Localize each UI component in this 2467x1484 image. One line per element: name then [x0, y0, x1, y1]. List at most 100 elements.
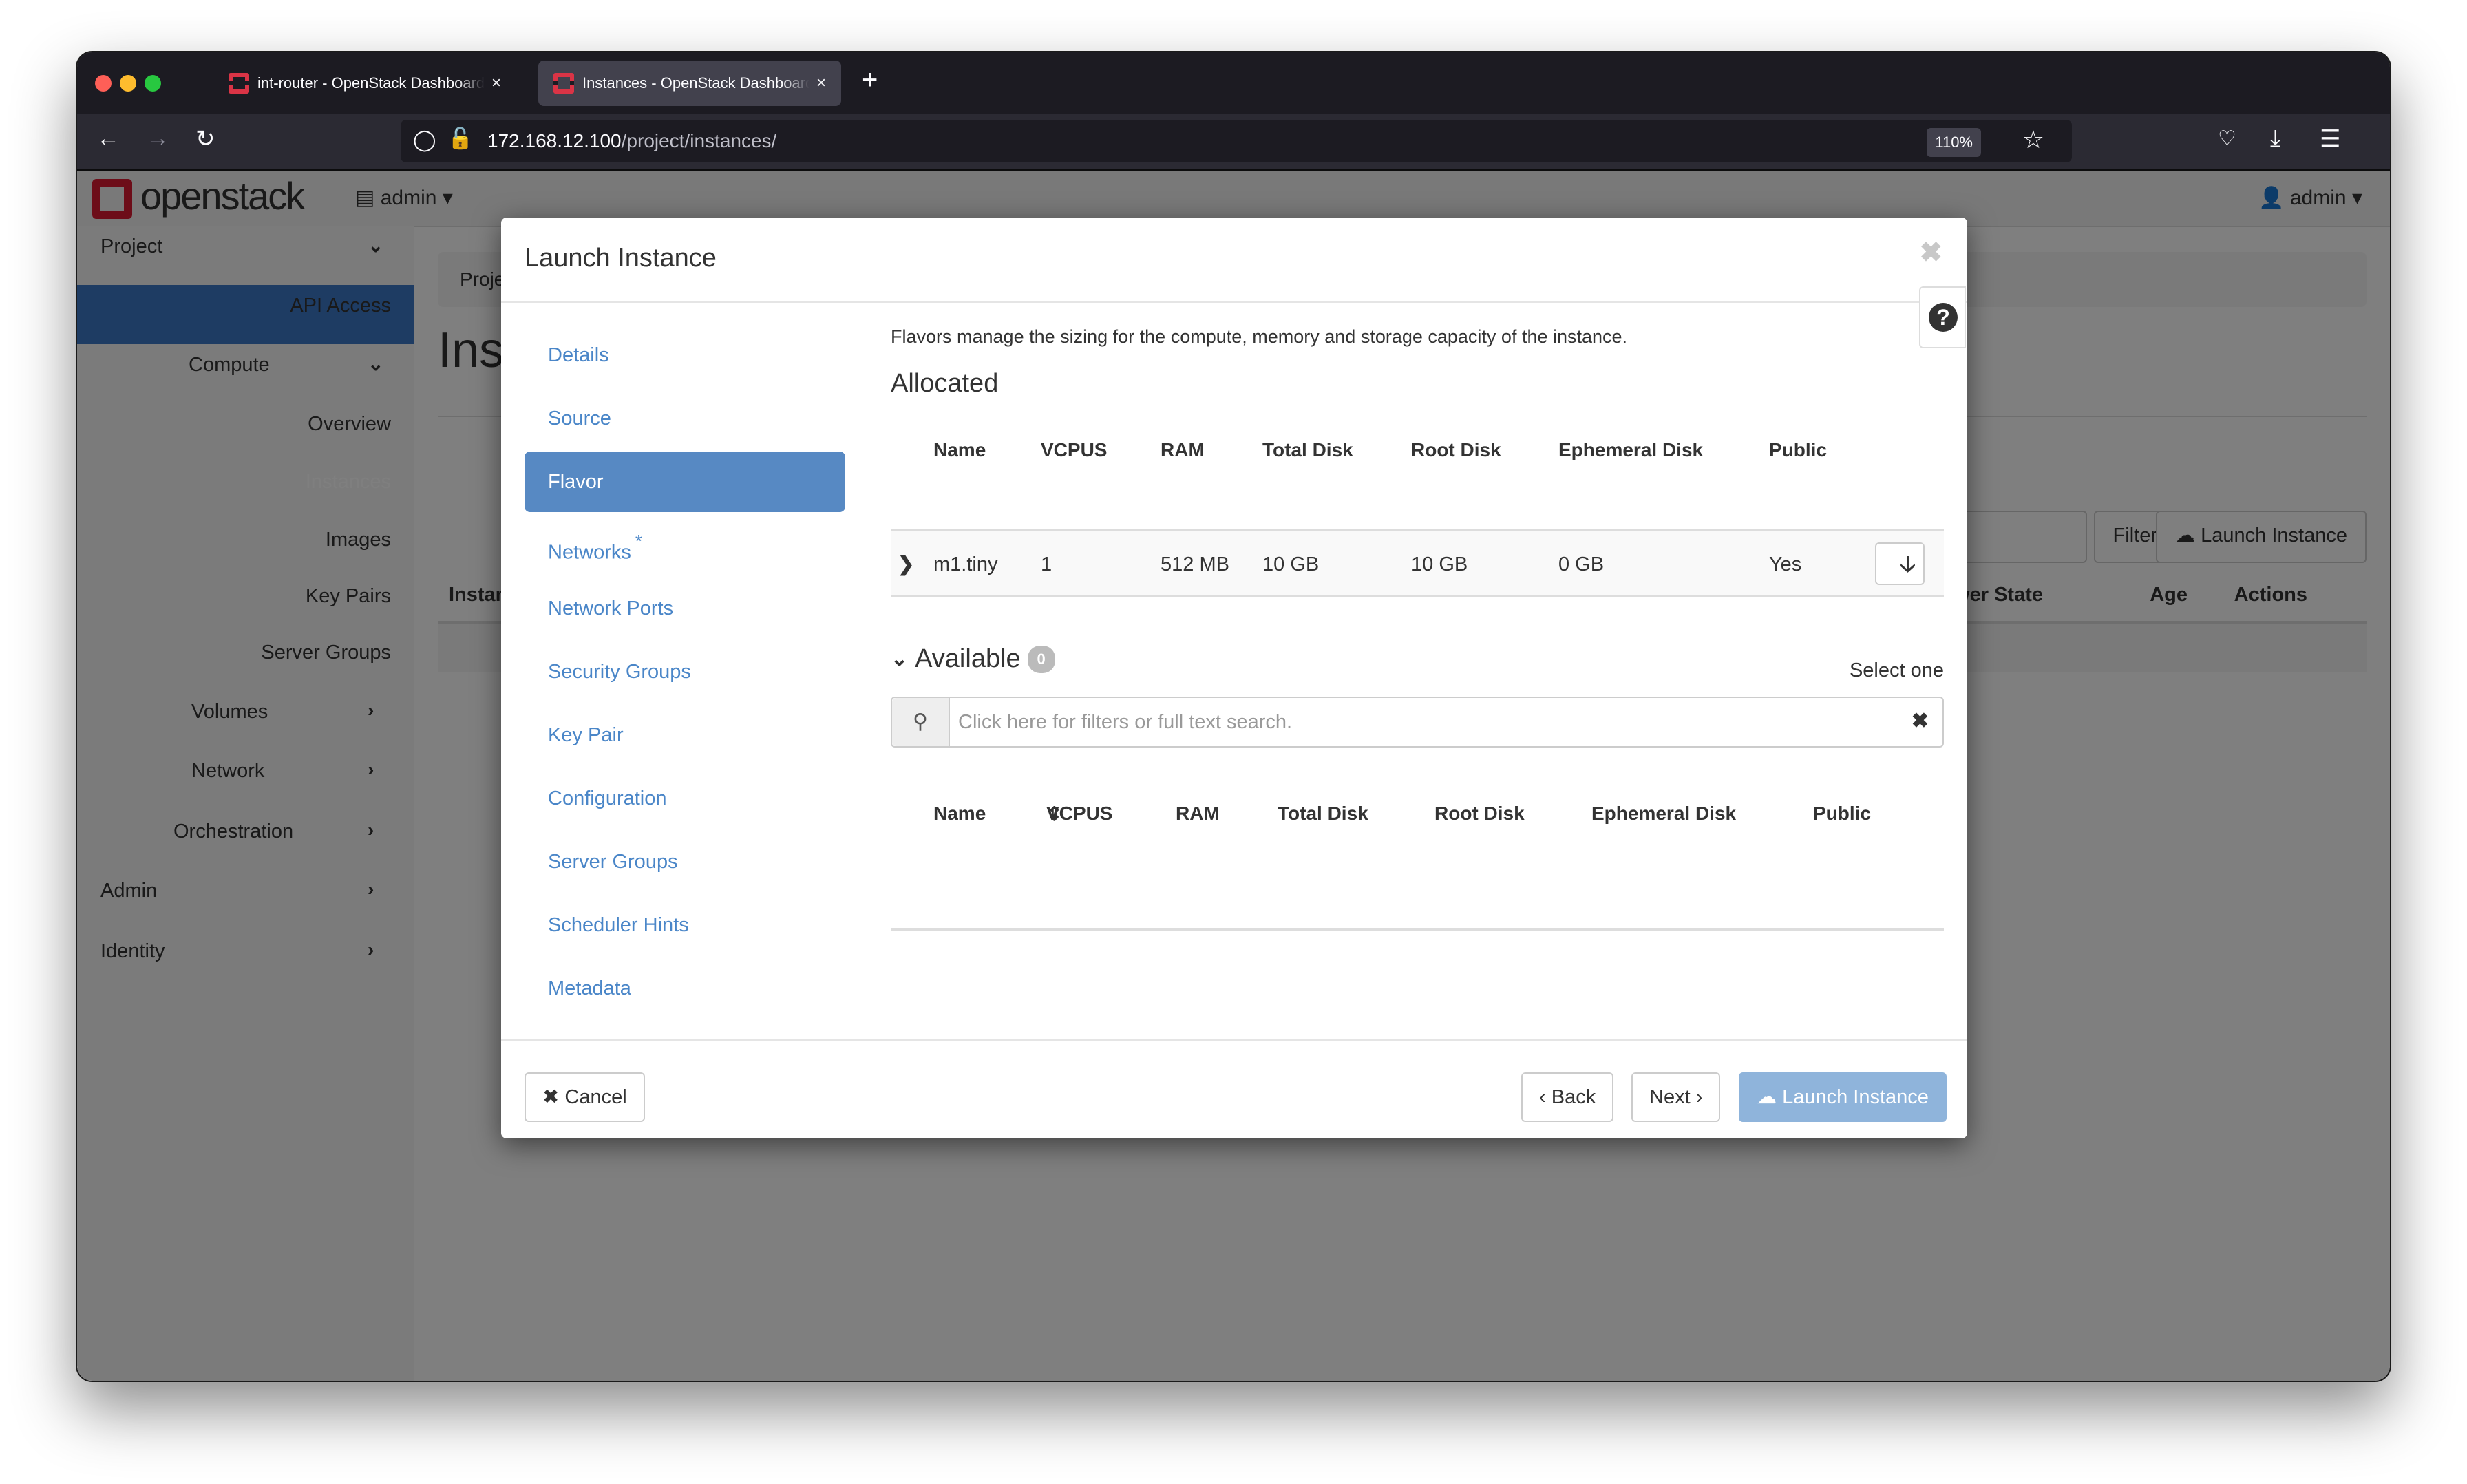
minimize-window-button[interactable]: [120, 75, 136, 92]
new-tab-button[interactable]: +: [862, 65, 878, 96]
address-bar[interactable]: ◯ 🔓 172.168.12.100/project/instances/ 11…: [401, 120, 2072, 162]
reload-icon[interactable]: ↻: [195, 125, 215, 153]
next-button[interactable]: Next ›: [1631, 1072, 1721, 1122]
tab-instances[interactable]: Instances - OpenStack Dashboard ×: [538, 61, 841, 106]
zoom-level-badge[interactable]: 110%: [1927, 128, 1981, 157]
lock-icon[interactable]: 🔓: [447, 127, 473, 151]
column-ephemeral-disk: Ephemeral Disk: [1558, 439, 1704, 460]
available-table-header: Name VCPUS ⇕ RAM Total Disk Root Disk Ep…: [891, 803, 1944, 844]
flavor-ephemeral-disk: 0 GB: [1558, 553, 1605, 575]
wizard-step-label: Networks: [548, 541, 631, 564]
wizard-step-flavor[interactable]: Flavor: [525, 452, 845, 512]
close-window-button[interactable]: [95, 75, 112, 92]
column-root-disk: Root Disk: [1411, 439, 1501, 460]
wizard-step-networks[interactable]: Networks*: [525, 515, 845, 575]
wizard-step-scheduler-hints[interactable]: Scheduler Hints: [525, 895, 845, 955]
tab-title: int-router - OpenStack Dashboard: [257, 74, 485, 92]
select-one-hint: Select one: [1849, 659, 1944, 681]
flavor-search-input[interactable]: [951, 699, 1882, 745]
next-label: Next: [1649, 1086, 1691, 1108]
download-icon[interactable]: ⤓: [2270, 125, 2280, 152]
flavor-total-disk: 10 GB: [1262, 553, 1320, 575]
wizard-step-server-groups[interactable]: Server Groups: [525, 831, 845, 892]
flavor-name: m1.tiny: [933, 553, 998, 575]
search-icon: ⚲: [892, 698, 950, 746]
arrow-down-icon: 🡣: [1900, 551, 1916, 576]
column-public: Public: [1769, 439, 1828, 460]
flavor-vcpus: 1: [1041, 553, 1052, 575]
allocated-table-header: Name VCPUS RAM Total Disk Root Disk Ephe…: [891, 439, 1944, 480]
back-icon[interactable]: ←: [96, 125, 120, 152]
launch-instance-label: Launch Instance: [1782, 1086, 1929, 1108]
wizard-step-key-pair[interactable]: Key Pair: [525, 705, 845, 765]
flavor-ram: 512 MB: [1161, 553, 1229, 575]
flavor-public: Yes: [1769, 553, 1802, 575]
close-icon: ✖: [542, 1086, 560, 1108]
forward-icon[interactable]: →: [146, 125, 169, 152]
question-circle-icon: ?: [1929, 303, 1958, 332]
column-public[interactable]: Public: [1813, 803, 1871, 825]
cloud-upload-icon: ☁: [1757, 1086, 1777, 1108]
column-name[interactable]: Name: [933, 803, 986, 825]
launch-instance-modal: Launch Instance ✖ ? Details Source Flavo…: [501, 218, 1967, 1138]
column-root-disk[interactable]: Root Disk: [1434, 803, 1525, 825]
available-count-badge: 0: [1027, 645, 1055, 673]
browser-window: int-router - OpenStack Dashboard × Insta…: [76, 51, 2391, 1382]
menu-icon[interactable]: ☰: [2320, 125, 2340, 153]
help-button[interactable]: ?: [1919, 286, 1966, 348]
column-total-disk[interactable]: Total Disk: [1278, 803, 1368, 825]
back-label: Back: [1551, 1086, 1596, 1108]
available-table-divider: [891, 928, 1944, 931]
navigation-bar: ← → ↻ ◯ 🔓 172.168.12.100/project/instanc…: [77, 114, 2390, 171]
column-name: Name: [933, 439, 986, 460]
wizard-step-network-ports[interactable]: Network Ports: [525, 578, 845, 639]
pocket-icon[interactable]: ♡: [2218, 127, 2236, 151]
modal-footer-divider: [501, 1039, 1967, 1041]
tab-title: Instances - OpenStack Dashboard: [582, 74, 809, 92]
openstack-favicon-icon: [229, 73, 249, 94]
url-host: 172.168.12.100: [487, 130, 622, 151]
close-tab-icon[interactable]: ×: [491, 74, 501, 93]
wizard-step-details[interactable]: Details: [525, 325, 845, 385]
column-total-disk: Total Disk: [1262, 439, 1353, 460]
tab-int-router[interactable]: int-router - OpenStack Dashboard ×: [213, 61, 516, 106]
allocated-heading: Allocated: [891, 369, 999, 398]
sort-icon: ⇕: [1046, 803, 1063, 825]
column-ram: RAM: [1161, 439, 1205, 460]
back-button[interactable]: ‹ Back: [1521, 1072, 1614, 1122]
shield-icon[interactable]: ◯: [413, 128, 436, 152]
chevron-left-icon: ‹: [1539, 1086, 1546, 1108]
cancel-label: Cancel: [564, 1086, 627, 1108]
openstack-favicon-icon: [553, 73, 574, 94]
close-tab-icon[interactable]: ×: [816, 74, 826, 93]
required-asterisk-icon: *: [635, 531, 642, 551]
wizard-step-security-groups[interactable]: Security Groups: [525, 642, 845, 702]
wizard-step-source[interactable]: Source: [525, 388, 845, 449]
star-icon[interactable]: ☆: [2022, 125, 2044, 154]
chevron-down-icon: ⌄: [891, 648, 909, 670]
column-vcpus: VCPUS: [1041, 439, 1108, 460]
flavor-description: Flavors manage the sizing for the comput…: [891, 326, 1628, 347]
flavor-search-bar: ⚲ ✖: [891, 697, 1944, 748]
modal-title: Launch Instance: [525, 244, 717, 273]
flavor-root-disk: 10 GB: [1411, 553, 1468, 575]
url-text[interactable]: 172.168.12.100/project/instances/: [487, 130, 776, 152]
available-heading[interactable]: ⌄ Available 0: [891, 644, 1055, 674]
launch-instance-button[interactable]: ☁ Launch Instance: [1739, 1072, 1947, 1122]
close-icon[interactable]: ✖: [1919, 237, 1942, 268]
allocated-flavor-row: ❯ m1.tiny 1 512 MB 10 GB 10 GB 0 GB Yes …: [891, 529, 1944, 597]
wizard-step-configuration[interactable]: Configuration: [525, 768, 845, 829]
chevron-right-icon[interactable]: ❯: [898, 531, 914, 597]
cancel-button[interactable]: ✖ Cancel: [525, 1072, 645, 1122]
column-ephemeral-disk[interactable]: Ephemeral Disk: [1591, 803, 1736, 825]
deallocate-button[interactable]: 🡣: [1875, 542, 1925, 585]
maximize-window-button[interactable]: [145, 75, 161, 92]
available-heading-label: Available: [915, 644, 1021, 673]
chevron-right-icon: ›: [1695, 1086, 1703, 1108]
wizard-step-metadata[interactable]: Metadata: [525, 958, 845, 1019]
tab-bar: int-router - OpenStack Dashboard × Insta…: [77, 52, 2390, 114]
url-path: /project/instances/: [621, 130, 777, 151]
column-ram[interactable]: RAM: [1176, 803, 1220, 825]
clear-search-icon[interactable]: ✖: [1912, 709, 1929, 733]
modal-header-divider: [501, 301, 1967, 303]
